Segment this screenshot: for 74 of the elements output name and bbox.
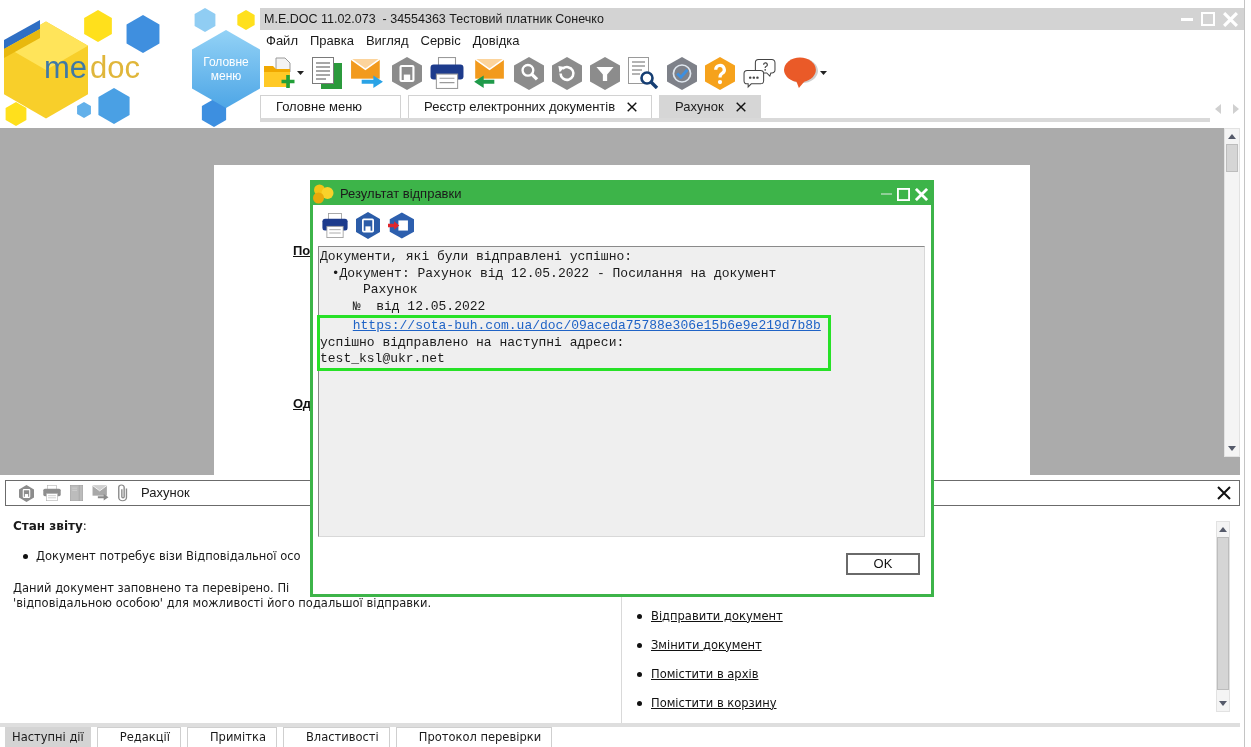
close-icon[interactable] xyxy=(735,102,746,112)
tab[interactable]: Примітка xyxy=(186,727,277,747)
menu-item[interactable]: Вигляд xyxy=(359,33,415,49)
status-heading: Стан звіту: xyxy=(13,518,87,534)
hexagon-arrow-icon[interactable] xyxy=(388,212,414,239)
bullet-icon xyxy=(637,672,642,677)
dialog-title: Результат відправки xyxy=(340,186,462,202)
hexagon-funnel-icon[interactable] xyxy=(590,56,620,90)
message-text: Рахунок xyxy=(362,282,418,297)
close-icon[interactable] xyxy=(627,102,638,112)
menu-item[interactable]: Довідка xyxy=(466,33,526,49)
tab[interactable]: Наступні дії xyxy=(5,727,91,747)
caret-icon[interactable] xyxy=(297,71,304,75)
bullet-icon xyxy=(637,701,642,706)
help-icon[interactable] xyxy=(705,56,735,90)
menu-item[interactable]: Файл xyxy=(260,33,304,49)
tab[interactable]: Реєстр електронних документів xyxy=(408,95,653,118)
message-text: Документи, які були відправлені успішно: xyxy=(320,249,633,264)
ok-button[interactable]: OK xyxy=(846,553,920,575)
document-link[interactable]: По xyxy=(293,243,311,258)
tab[interactable]: Редакції xyxy=(96,727,181,747)
printer-icon[interactable] xyxy=(430,57,464,89)
scrollbar[interactable] xyxy=(1224,128,1240,457)
hexagon-document-icon[interactable] xyxy=(356,212,380,239)
hexagon-magnifier-icon[interactable] xyxy=(514,56,544,90)
tab[interactable]: Рахунок xyxy=(659,95,761,118)
document-link[interactable]: https://sota-buh.com.ua/doc/09aceda75788e306e15b6e9e219d7b8b xyxy=(352,318,821,333)
envelope-arrow-icon[interactable] xyxy=(472,57,506,89)
note-text: Даний документ заповнено та перевірено. Пі xyxy=(13,581,290,596)
message-text: № від 12.05.2022 xyxy=(352,298,486,314)
scrollbar[interactable] xyxy=(1216,521,1230,712)
speech-bubble-icon[interactable] xyxy=(784,57,818,89)
logo-text: me xyxy=(44,50,88,86)
action-link[interactable]: Помістити в корзину xyxy=(651,696,777,711)
tab[interactable]: Властивості xyxy=(282,727,390,747)
message-text: успішно відправлено на наступні адреси: xyxy=(320,334,625,350)
circles-icon xyxy=(313,184,334,204)
message-text: test_ksl@ukr.net xyxy=(320,351,445,366)
menu-item[interactable]: Сервіс xyxy=(414,33,467,49)
note-text: 'відповідальною особою' для можливості його подальшої відправки. xyxy=(13,596,432,611)
close-icon[interactable] xyxy=(1217,486,1231,500)
bullet-icon xyxy=(23,553,28,559)
printer-icon[interactable] xyxy=(322,213,348,238)
hexagon-document-icon[interactable] xyxy=(392,56,422,90)
message-text: •Документ: Рахунок від 12.05.2022 - Посилання на документ xyxy=(331,265,777,281)
envelope-arrow-icon[interactable] xyxy=(350,57,384,89)
hexagon-document-icon[interactable] xyxy=(19,484,34,502)
logo-text: doc xyxy=(90,50,140,86)
panel-title: Рахунок xyxy=(141,485,190,501)
envelope-arrow-icon[interactable] xyxy=(92,485,109,501)
hexagon-rotate-icon[interactable] xyxy=(552,56,582,90)
maximize-icon[interactable] xyxy=(897,187,910,201)
tab[interactable]: Протокол перевірки xyxy=(395,727,553,747)
documents-icon[interactable] xyxy=(312,57,342,89)
caret-icon[interactable] xyxy=(820,71,827,75)
window-title: M.E.DOC 11.02.073 - 34554363 Тестовий платник Сонечко xyxy=(264,11,604,27)
bullet-icon xyxy=(637,614,642,619)
arrow-up-icon[interactable] xyxy=(1219,527,1227,532)
scrollbar-thumb[interactable] xyxy=(1226,144,1238,172)
action-link[interactable]: Відправити документ xyxy=(651,609,783,624)
action-link[interactable]: Змінити документ xyxy=(651,638,762,653)
arrow-up-icon[interactable] xyxy=(1228,134,1236,139)
bullet-icon xyxy=(637,643,642,648)
scrollbar-thumb[interactable] xyxy=(1217,537,1229,690)
paperclip-icon[interactable] xyxy=(118,484,128,502)
document-search-icon[interactable] xyxy=(628,57,659,89)
chat-bubbles-icon[interactable] xyxy=(743,57,776,89)
action-link[interactable]: Помістити в архів xyxy=(651,667,759,682)
status-text: Документ потребує візи Відповідальної осо xyxy=(36,548,301,564)
tab[interactable]: Головне меню xyxy=(260,95,402,118)
arrow-down-icon[interactable] xyxy=(1228,446,1236,451)
hexagon-check-icon[interactable] xyxy=(667,56,697,90)
menu-item[interactable]: Правка xyxy=(303,33,360,49)
arrow-down-icon[interactable] xyxy=(1219,701,1227,706)
